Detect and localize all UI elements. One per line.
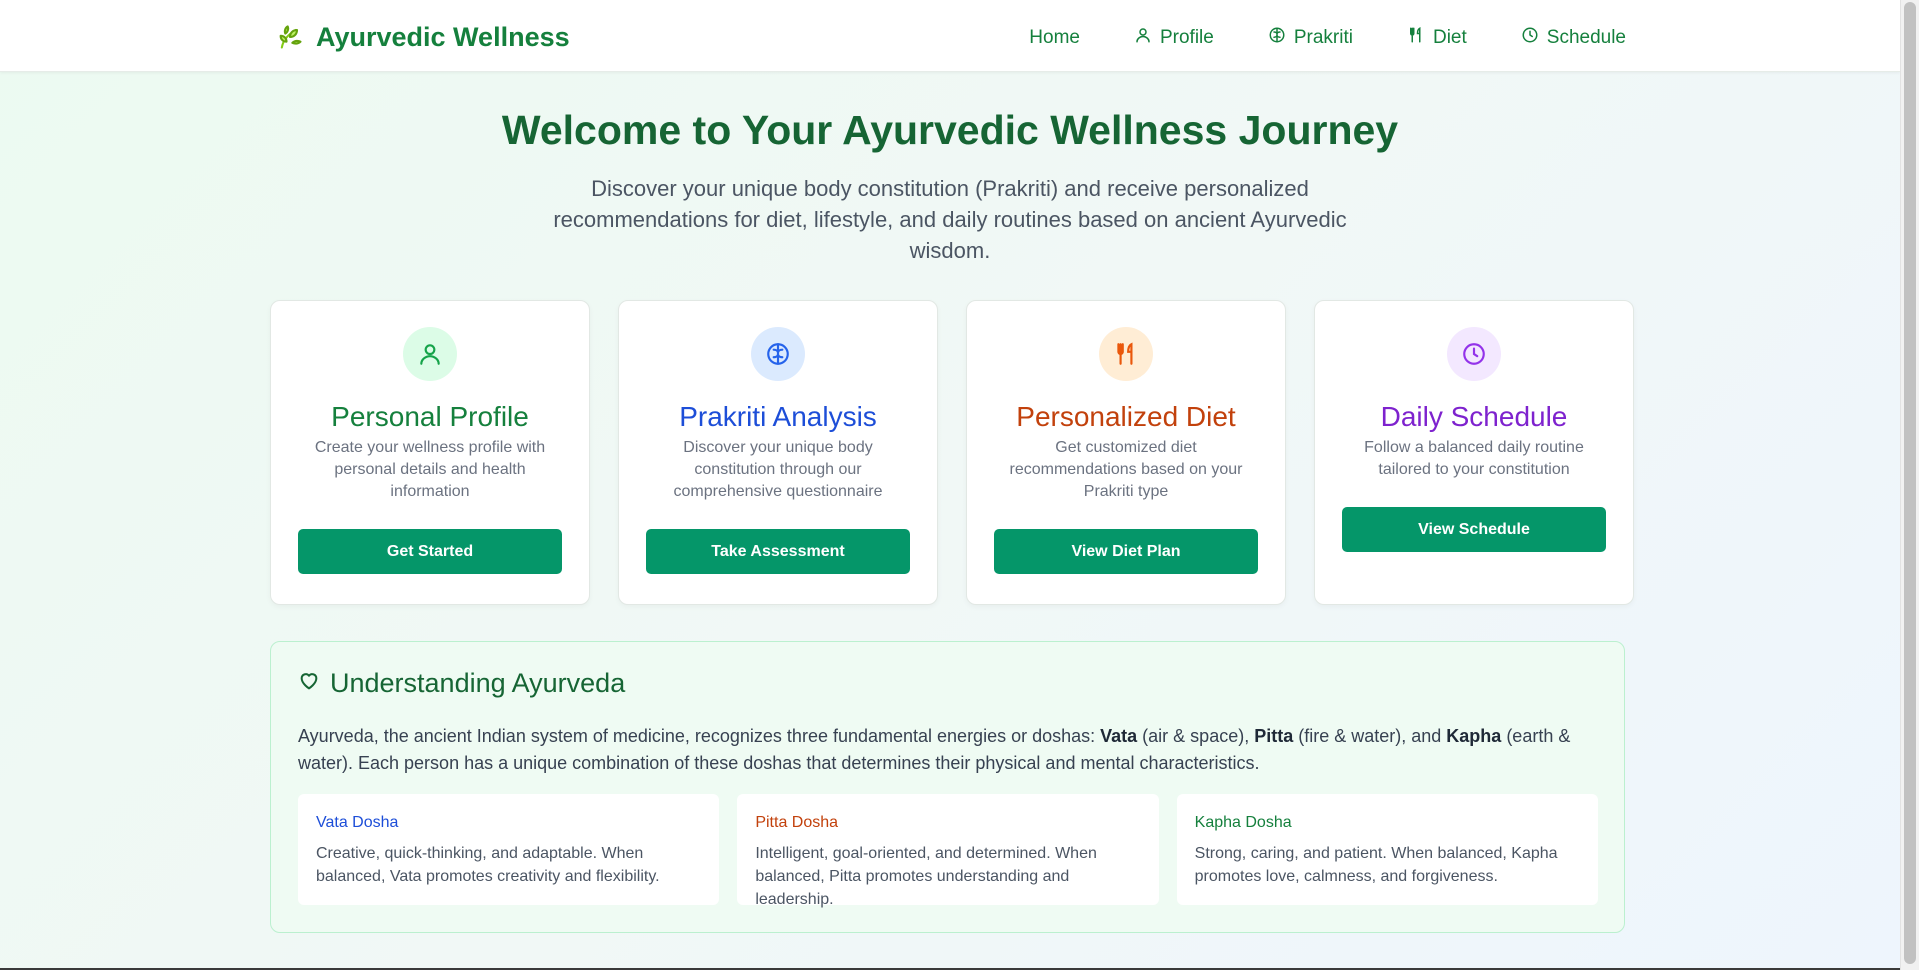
dosha-name: Pitta Dosha — [755, 814, 839, 831]
text-part: (fire & water), and — [1293, 726, 1447, 746]
card-description: Get customized diet recommendations base… — [1009, 439, 1243, 500]
nav-diet-label: Diet — [1432, 27, 1467, 48]
utensils-icon — [1099, 327, 1153, 381]
nav-schedule[interactable]: Schedule — [1521, 22, 1626, 54]
nav-home[interactable]: Home — [1029, 22, 1080, 54]
main-nav: Home Profile Prakriti Diet Schedule — [975, 22, 1626, 54]
leaf-icon — [276, 23, 304, 51]
clock-icon — [1447, 327, 1501, 381]
kapha-term: Kapha — [1446, 726, 1502, 746]
card-personal-profile: Personal Profile Create your wellness pr… — [270, 300, 590, 605]
nav-prakriti[interactable]: Prakriti — [1268, 22, 1353, 54]
card-personalized-diet: Personalized Diet Get customized diet re… — [966, 300, 1286, 605]
card-daily-schedule: Daily Schedule Follow a balanced daily r… — [1314, 300, 1634, 605]
dosha-description: Strong, caring, and patient. When balanc… — [1194, 845, 1558, 885]
brand-logo[interactable]: Ayurvedic Wellness — [276, 20, 570, 54]
vertical-scrollbar[interactable] — [1900, 0, 1919, 970]
get-started-button[interactable]: Get Started — [298, 529, 562, 574]
section-title: Understanding Ayurveda — [330, 668, 626, 698]
vata-term: Vata — [1100, 726, 1138, 746]
take-assessment-button[interactable]: Take Assessment — [646, 529, 910, 574]
feature-cards: Personal Profile Create your wellness pr… — [270, 300, 1634, 605]
section-heading: Understanding Ayurveda — [298, 668, 625, 699]
user-icon — [1134, 26, 1152, 50]
top-navbar: Ayurvedic Wellness Home Profile Prakriti — [0, 0, 1900, 72]
app-viewport: Ayurvedic Wellness Home Profile Prakriti — [0, 0, 1900, 970]
card-description: Follow a balanced daily routine tailored… — [1364, 439, 1584, 478]
dosha-name: Kapha Dosha — [1194, 814, 1292, 831]
card-prakriti-analysis: Prakriti Analysis Discover your unique b… — [618, 300, 938, 605]
dosha-card-vata: Vata Dosha Creative, quick-thinking, and… — [298, 794, 720, 905]
view-schedule-button[interactable]: View Schedule — [1342, 507, 1606, 552]
pitta-term: Pitta — [1254, 726, 1294, 746]
hero-subtitle: Discover your unique body constitution (… — [553, 176, 1347, 263]
dosha-card-pitta: Pitta Dosha Intelligent, goal-oriented, … — [737, 794, 1159, 908]
text-part: (air & space), — [1137, 726, 1255, 746]
ayurveda-description: Ayurveda, the ancient Indian system of m… — [298, 723, 1598, 777]
brain-icon — [1268, 26, 1286, 50]
nav-profile-label: Profile — [1159, 27, 1214, 48]
scrollbar-thumb[interactable] — [1904, 2, 1916, 964]
heart-icon — [298, 670, 320, 697]
card-description: Create your wellness profile with person… — [314, 439, 546, 500]
understanding-ayurveda-panel: Understanding Ayurveda Ayurveda, the anc… — [270, 641, 1625, 933]
dosha-description: Creative, quick-thinking, and adaptable.… — [316, 845, 660, 885]
clock-icon — [1521, 26, 1539, 50]
dosha-description: Intelligent, goal-oriented, and determin… — [755, 845, 1097, 908]
text-part: Ayurveda, the ancient Indian system of m… — [298, 726, 1101, 746]
card-title: Personal Profile — [331, 401, 529, 432]
nav-prakriti-label: Prakriti — [1293, 27, 1353, 48]
dosha-card-kapha: Kapha Dosha Strong, caring, and patient.… — [1176, 794, 1598, 905]
hero-title: Welcome to Your Ayurvedic Wellness Journ… — [501, 107, 1399, 153]
card-title: Prakriti Analysis — [679, 401, 877, 432]
user-icon — [403, 327, 457, 381]
dosha-name: Vata Dosha — [316, 814, 399, 831]
dosha-cards: Vata Dosha Creative, quick-thinking, and… — [298, 794, 1598, 908]
brand-title: Ayurvedic Wellness — [316, 21, 570, 52]
view-diet-plan-button[interactable]: View Diet Plan — [994, 529, 1258, 574]
card-title: Daily Schedule — [1380, 401, 1568, 432]
nav-profile[interactable]: Profile — [1134, 22, 1214, 54]
utensils-icon — [1407, 26, 1425, 50]
card-title: Personalized Diet — [1016, 401, 1236, 432]
brain-icon — [751, 327, 805, 381]
card-description: Discover your unique body constitution t… — [673, 439, 883, 500]
nav-schedule-label: Schedule — [1546, 27, 1626, 48]
nav-home-label: Home — [1029, 27, 1080, 48]
nav-diet[interactable]: Diet — [1407, 22, 1467, 54]
